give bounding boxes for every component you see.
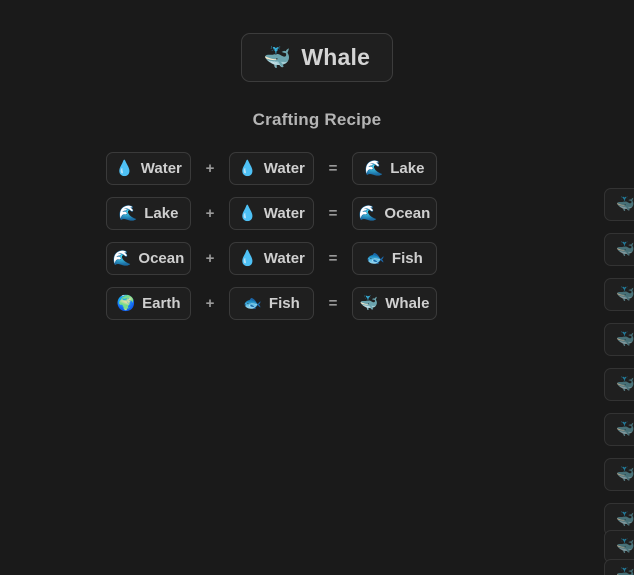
wave-emoji: 🌊 (112, 250, 132, 267)
result-element-label: Whale (301, 44, 371, 70)
recipe-input-b-chip[interactable]: 💧 Water (229, 242, 314, 275)
recipe-input-a-label: Earth (142, 295, 181, 312)
recipe-row: 🌍 Earth + 🐟 Fish = 🐳 Whale (106, 287, 437, 320)
side-element-chip[interactable]: 🐳 (604, 323, 634, 356)
recipe-input-a-chip[interactable]: 🌍 Earth (106, 287, 191, 320)
result-element-chip[interactable]: 🐳 Whale (240, 33, 394, 82)
side-element-chip[interactable]: 🐳 (604, 233, 634, 266)
recipe-input-b-label: Water (263, 160, 305, 177)
equals-operator: = (328, 205, 338, 222)
side-element-chip[interactable]: 🐳 (604, 278, 634, 311)
droplet-emoji: 💧 (238, 160, 257, 177)
recipe-row: 💧 Water + 💧 Water = 🌊 Lake (106, 152, 437, 185)
plus-operator: + (205, 205, 215, 222)
side-element-chip[interactable]: 🐳 (604, 458, 634, 491)
recipe-input-a-label: Lake (144, 205, 179, 222)
recipe-input-b-label: Water (263, 250, 305, 267)
equals-operator: = (328, 250, 338, 267)
recipe-row: 🌊 Ocean + 💧 Water = 🐟 Fish (106, 242, 437, 275)
recipe-output-label: Ocean (384, 205, 431, 222)
recipe-output-chip[interactable]: 🌊 Ocean (352, 197, 437, 230)
recipe-input-b-chip[interactable]: 🐟 Fish (229, 287, 314, 320)
whale-emoji: 🐳 (616, 466, 634, 483)
side-element-chip[interactable]: 🐳 (604, 559, 634, 575)
whale-emoji: 🐳 (616, 286, 634, 303)
whale-emoji: 🐳 (616, 568, 634, 575)
recipe-output-label: Whale (385, 295, 430, 312)
wave-emoji: 🌊 (364, 160, 384, 177)
side-element-chip[interactable]: 🐳 (604, 413, 634, 446)
recipe-row-list: 💧 Water + 💧 Water = 🌊 Lake 🌊 Lake + 💧 Wa… (0, 152, 634, 320)
droplet-emoji: 💧 (115, 160, 134, 177)
whale-emoji: 🐳 (616, 196, 634, 213)
recipe-input-b-chip[interactable]: 💧 Water (229, 152, 314, 185)
fish-emoji: 🐟 (243, 295, 262, 312)
fish-emoji: 🐟 (366, 250, 385, 267)
side-element-rail: 🐳 🐳 🐳 🐳 🐳 🐳 🐳 🐳 🐳 🐳 (604, 0, 634, 575)
recipe-input-a-chip[interactable]: 💧 Water (106, 152, 191, 185)
recipe-output-chip[interactable]: 🐟 Fish (352, 242, 437, 275)
equals-operator: = (328, 295, 338, 312)
recipe-input-b-chip[interactable]: 💧 Water (229, 197, 314, 230)
whale-emoji: 🐳 (616, 538, 634, 555)
plus-operator: + (205, 250, 215, 267)
droplet-emoji: 💧 (238, 205, 257, 222)
whale-emoji: 🐳 (359, 295, 379, 312)
whale-emoji: 🐳 (616, 421, 634, 438)
recipe-input-a-chip[interactable]: 🌊 Ocean (106, 242, 191, 275)
header-zone: 🐳 Whale (0, 0, 634, 82)
recipe-row: 🌊 Lake + 💧 Water = 🌊 Ocean (106, 197, 437, 230)
whale-emoji: 🐳 (616, 511, 634, 528)
side-element-chip[interactable]: 🐳 (604, 368, 634, 401)
plus-operator: + (205, 295, 215, 312)
crafting-recipe-title: Crafting Recipe (252, 110, 382, 129)
recipe-input-a-label: Water (140, 160, 182, 177)
recipe-input-b-label: Fish (268, 295, 300, 312)
whale-emoji: 🐳 (616, 241, 634, 258)
whale-emoji: 🐳 (616, 331, 634, 348)
crafting-recipe-section: Crafting Recipe 💧 Water + 💧 Water = 🌊 La… (0, 110, 634, 320)
recipe-output-chip[interactable]: 🌊 Lake (352, 152, 437, 185)
wave-emoji: 🌊 (118, 205, 138, 222)
whale-emoji: 🐳 (616, 376, 634, 393)
side-element-chip[interactable]: 🐳 (604, 188, 634, 221)
recipe-input-a-label: Ocean (138, 250, 185, 267)
recipe-input-a-chip[interactable]: 🌊 Lake (106, 197, 191, 230)
recipe-output-label: Fish (391, 250, 423, 267)
equals-operator: = (328, 160, 338, 177)
recipe-output-label: Lake (390, 160, 425, 177)
recipe-input-b-label: Water (263, 205, 305, 222)
wave-emoji: 🌊 (358, 205, 378, 222)
droplet-emoji: 💧 (238, 250, 257, 267)
recipe-output-chip[interactable]: 🐳 Whale (352, 287, 437, 320)
whale-emoji: 🐳 (263, 44, 292, 70)
earth-globe-emoji: 🌍 (116, 295, 136, 312)
plus-operator: + (205, 160, 215, 177)
